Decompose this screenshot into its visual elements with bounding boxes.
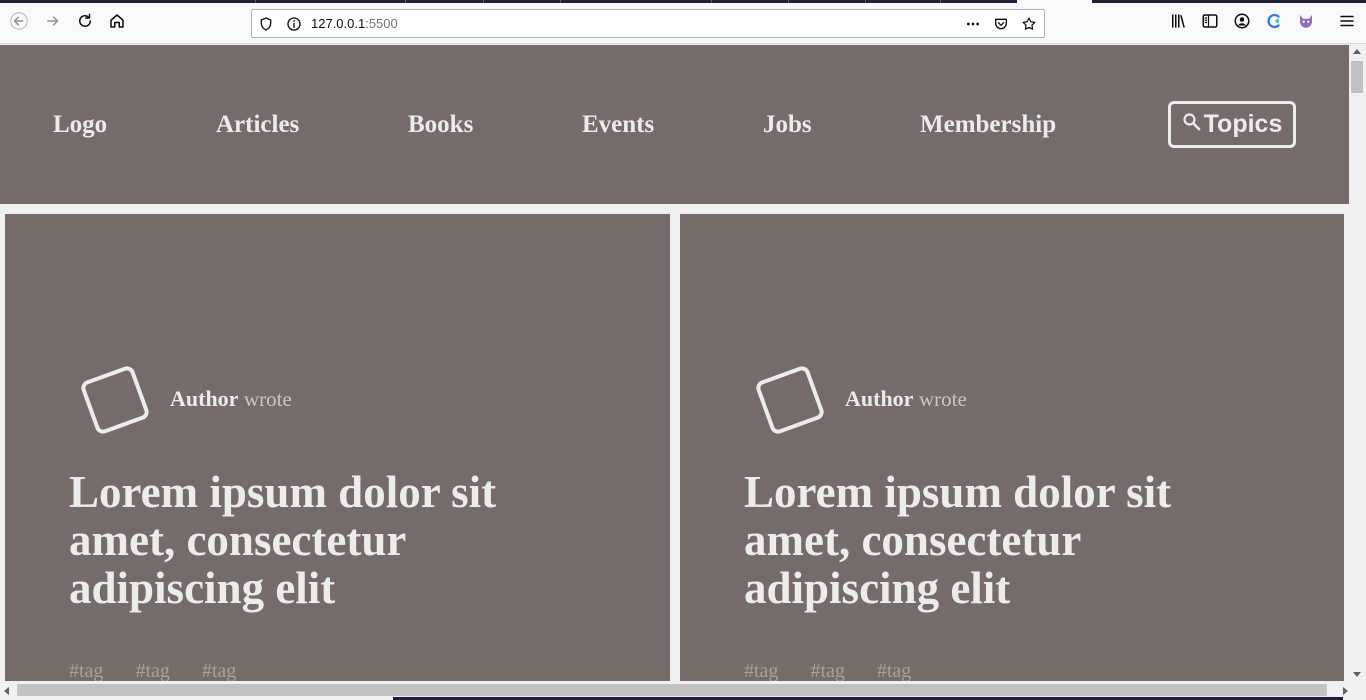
- url-bar[interactable]: 127.0.0.1:5500: [251, 9, 1045, 38]
- tag-link[interactable]: #tag: [135, 660, 169, 681]
- article-title[interactable]: Lorem ipsum dolor sit amet, consectetur …: [69, 468, 589, 612]
- author-line: Author wrote: [170, 386, 292, 412]
- author-suffix: wrote: [918, 387, 967, 411]
- tag-link[interactable]: #tag: [744, 660, 778, 681]
- home-icon: [108, 12, 126, 35]
- article-card[interactable]: Author wrote Lorem ipsum dolor sit amet,…: [680, 214, 1344, 681]
- topics-label: Topics: [1203, 110, 1283, 138]
- forward-button[interactable]: [40, 10, 66, 36]
- vertical-scrollbar[interactable]: [1349, 45, 1366, 681]
- menu-button[interactable]: [1334, 10, 1360, 36]
- tag-link[interactable]: #tag: [69, 660, 103, 681]
- tag-list: #tag #tag #tag: [69, 660, 236, 681]
- account-button[interactable]: [1229, 10, 1255, 36]
- reload-button[interactable]: [72, 10, 98, 36]
- topics-button[interactable]: Topics: [1168, 101, 1296, 148]
- account-icon: [1233, 12, 1251, 35]
- article-title[interactable]: Lorem ipsum dolor sit amet, consectetur …: [744, 468, 1264, 612]
- extension-icon: [1265, 12, 1283, 35]
- shield-icon[interactable]: [257, 15, 275, 33]
- forward-arrow-icon: [44, 12, 62, 35]
- browser-toolbar: 127.0.0.1:5500: [0, 3, 1366, 44]
- nav-logo[interactable]: Logo: [53, 111, 107, 139]
- home-button[interactable]: [104, 10, 130, 36]
- reload-icon: [76, 12, 94, 35]
- extension-fox-button[interactable]: [1293, 10, 1319, 36]
- library-button[interactable]: [1165, 10, 1191, 36]
- extension-button[interactable]: [1261, 10, 1287, 36]
- author-suffix: wrote: [243, 387, 292, 411]
- back-button[interactable]: [6, 10, 32, 36]
- tag-list: #tag #tag #tag: [744, 660, 911, 681]
- nav-articles[interactable]: Articles: [216, 111, 299, 139]
- menu-icon: [1338, 12, 1356, 35]
- site-navbar: Logo Articles Books Events Jobs Membersh…: [0, 45, 1349, 204]
- pocket-icon[interactable]: [992, 15, 1010, 33]
- scroll-up-icon[interactable]: [1353, 49, 1361, 54]
- tag-link[interactable]: #tag: [810, 660, 844, 681]
- library-icon: [1169, 12, 1187, 35]
- extension-fox-icon: [1297, 12, 1315, 35]
- more-dots-icon[interactable]: [964, 15, 982, 33]
- author-name[interactable]: Author: [170, 386, 238, 411]
- bookmark-star-icon[interactable]: [1020, 15, 1038, 33]
- url-text[interactable]: 127.0.0.1:5500: [311, 16, 398, 31]
- scroll-left-icon[interactable]: [4, 687, 9, 695]
- vertical-scroll-thumb[interactable]: [1351, 61, 1363, 93]
- sidebar-icon: [1201, 12, 1219, 35]
- tag-link[interactable]: #tag: [202, 660, 236, 681]
- article-card[interactable]: Author wrote Lorem ipsum dolor sit amet,…: [5, 214, 670, 681]
- horizontal-scroll-thumb[interactable]: [17, 684, 1327, 696]
- url-port: :5500: [365, 16, 398, 31]
- info-icon[interactable]: [285, 15, 303, 33]
- author-line: Author wrote: [845, 386, 967, 412]
- back-arrow-icon: [10, 11, 28, 35]
- nav-membership[interactable]: Membership: [920, 111, 1056, 139]
- scroll-right-icon[interactable]: [1343, 687, 1348, 695]
- page-viewport: Logo Articles Books Events Jobs Membersh…: [0, 45, 1349, 681]
- author-avatar-icon: [754, 364, 826, 436]
- author-name[interactable]: Author: [845, 386, 913, 411]
- author-avatar-icon: [79, 364, 151, 436]
- nav-books[interactable]: Books: [408, 111, 473, 139]
- url-host: 127.0.0.1: [311, 16, 366, 31]
- tag-link[interactable]: #tag: [877, 660, 911, 681]
- scroll-down-icon[interactable]: [1353, 672, 1361, 677]
- search-icon: [1182, 112, 1202, 137]
- sidebar-button[interactable]: [1197, 10, 1223, 36]
- nav-events[interactable]: Events: [582, 111, 654, 139]
- nav-jobs[interactable]: Jobs: [763, 111, 812, 139]
- horizontal-scrollbar[interactable]: [0, 681, 1366, 700]
